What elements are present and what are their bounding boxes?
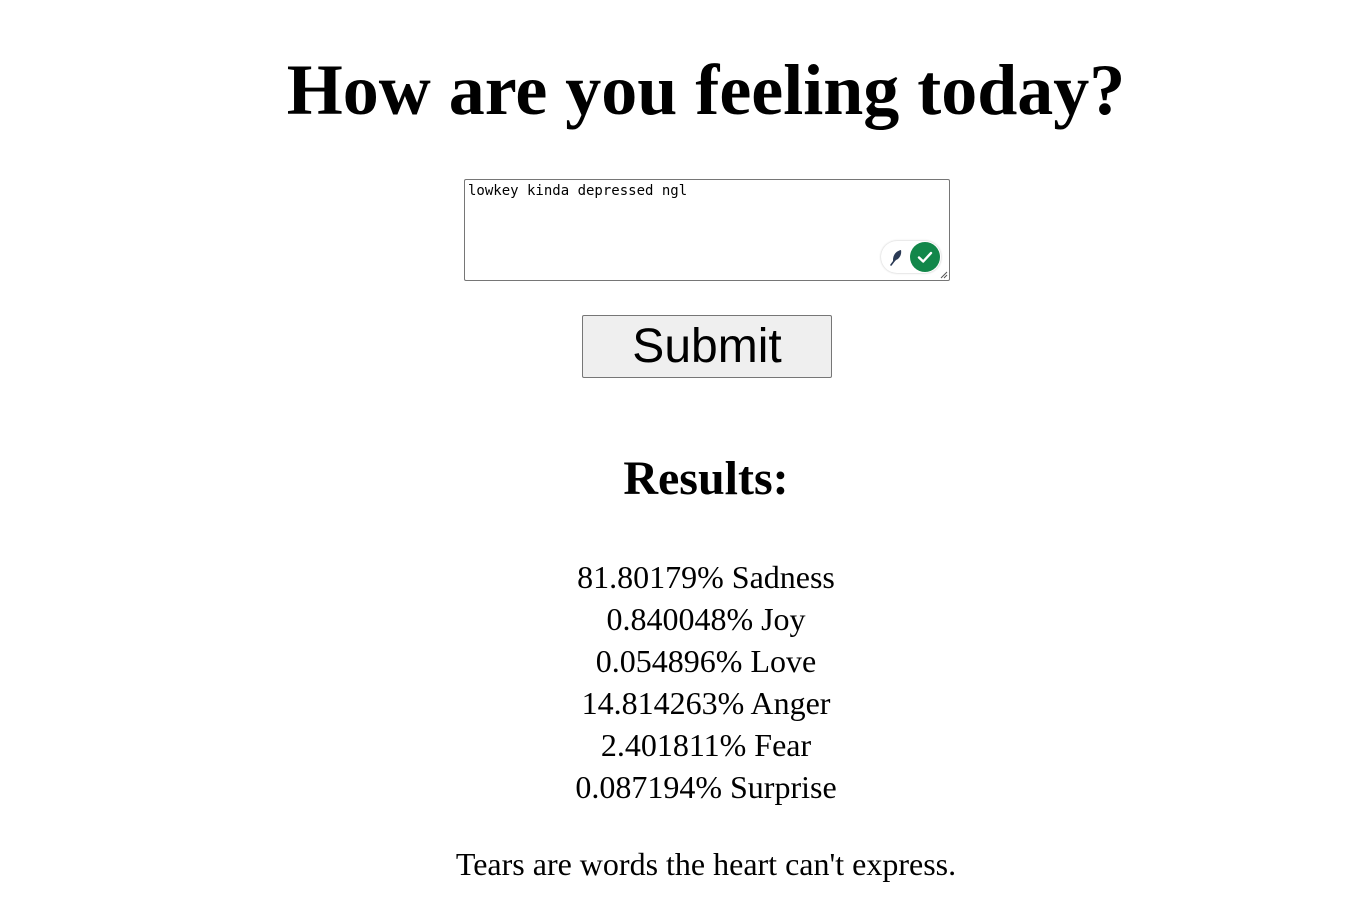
results-heading: Results: [623,452,789,505]
page-title: How are you feeling today? [286,50,1126,130]
submit-button[interactable]: Submit [582,315,832,378]
result-sadness: 81.80179% Sadness [577,559,835,595]
page: How are you feeling today? Submit Result… [0,0,1369,906]
feather-icon [890,250,902,266]
resize-grip-icon[interactable] [939,270,948,279]
mood-input[interactable] [464,179,950,281]
result-surprise: 0.087194% Surprise [575,769,837,805]
grammar-extension-widget[interactable] [881,241,941,273]
check-icon[interactable] [910,242,940,272]
result-fear: 2.401811% Fear [600,727,812,763]
mood-input-wrapper [464,179,950,281]
results-list: 81.80179% Sadness 0.840048% Joy 0.054896… [0,556,1369,808]
quote-text: Tears are words the heart can't express. [455,846,957,882]
result-love: 0.054896% Love [595,643,817,679]
result-anger: 14.814263% Anger [581,685,831,721]
result-joy: 0.840048% Joy [606,601,806,637]
